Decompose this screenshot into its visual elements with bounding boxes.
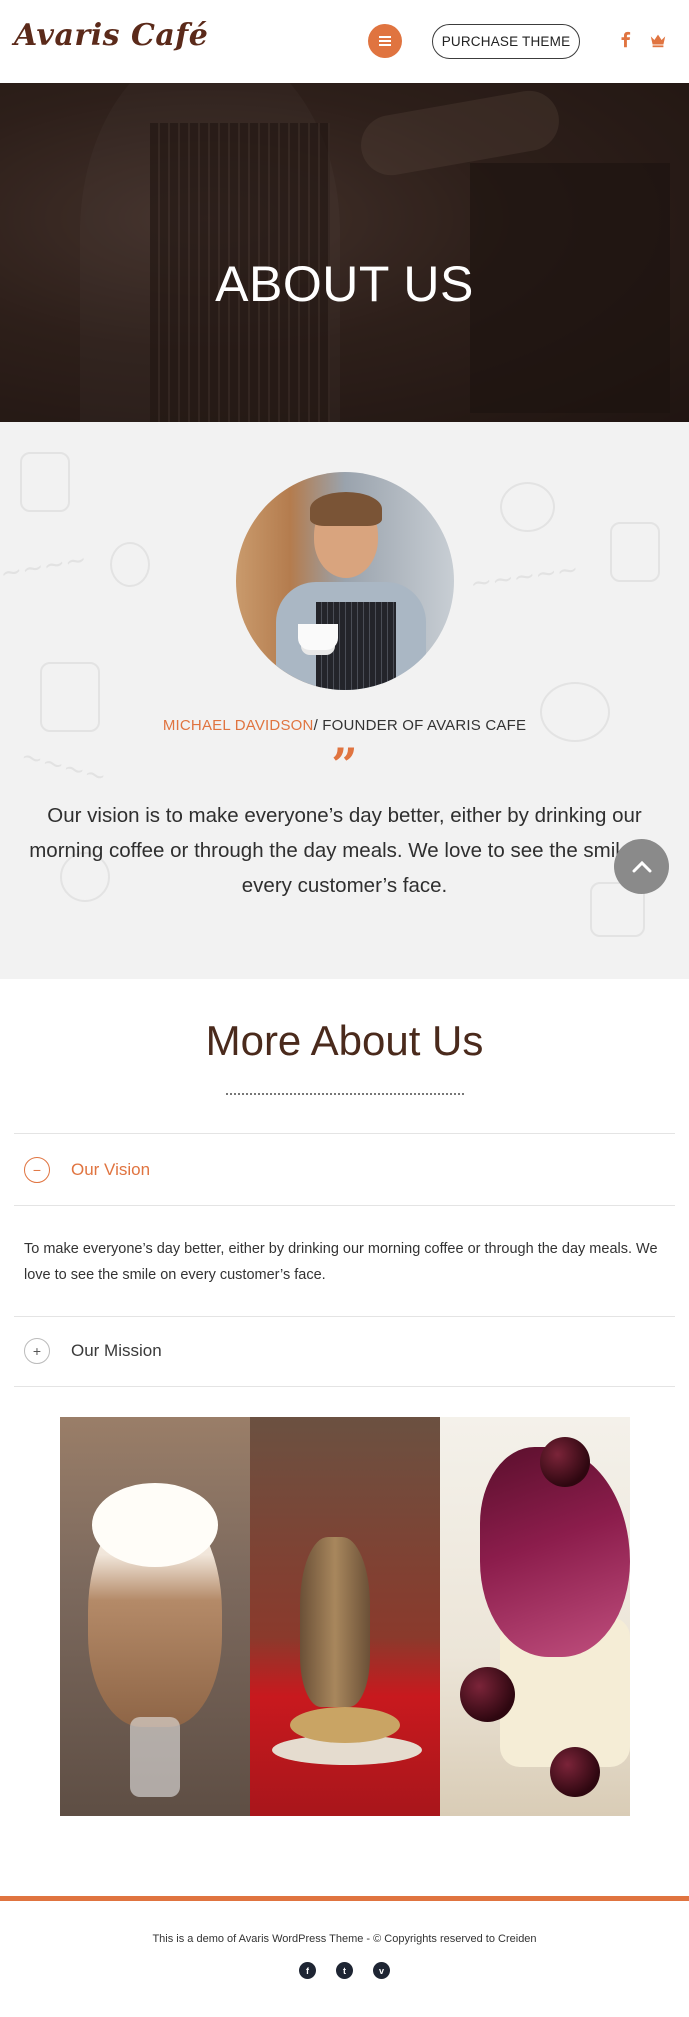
cherry-shape bbox=[540, 1437, 590, 1487]
doodle-teapot bbox=[500, 482, 555, 532]
coffee-glass-image[interactable] bbox=[60, 1417, 250, 1816]
menu-button[interactable] bbox=[368, 24, 402, 58]
lantern-table-image[interactable] bbox=[250, 1417, 440, 1816]
foam-shape bbox=[92, 1483, 218, 1567]
portrait-cup bbox=[298, 624, 338, 650]
hero-banner: ABOUT US bbox=[0, 83, 689, 422]
hero-overlay bbox=[0, 83, 689, 422]
founder-name[interactable]: MICHAEL DAVIDSON bbox=[163, 717, 314, 734]
doodle-kettle bbox=[610, 522, 660, 582]
doodle-cup bbox=[20, 452, 70, 512]
footer-social: f t v bbox=[0, 1962, 689, 1979]
accordion-header-vision[interactable]: − Our Vision bbox=[24, 1155, 150, 1185]
stem-shape bbox=[130, 1717, 180, 1797]
hamburger-icon bbox=[379, 40, 391, 42]
chevron-up-icon bbox=[632, 860, 651, 872]
accordion-body-vision: To make everyone’s day better, either by… bbox=[24, 1241, 658, 1283]
twitter-icon[interactable]: t bbox=[336, 1962, 353, 1979]
footer-accent-bar bbox=[0, 1896, 689, 1901]
site-header: Avaris Café PURCHASE THEME bbox=[0, 0, 689, 83]
vimeo-icon[interactable]: v bbox=[373, 1962, 390, 1979]
accordion-divider bbox=[14, 1205, 675, 1206]
bowl-shape bbox=[290, 1707, 400, 1743]
cherry-shape bbox=[460, 1667, 515, 1722]
quote-icon: ” bbox=[331, 738, 358, 792]
accordion-divider bbox=[14, 1316, 675, 1317]
accordion-divider bbox=[14, 1386, 675, 1387]
section-title: More About Us bbox=[205, 1017, 484, 1064]
image-gallery bbox=[60, 1417, 630, 1816]
accordion-title[interactable]: Our Mission bbox=[71, 1341, 162, 1361]
plus-icon[interactable]: + bbox=[24, 1338, 50, 1364]
facebook-icon[interactable] bbox=[616, 30, 636, 50]
doodle-cup bbox=[110, 542, 150, 587]
site-logo[interactable]: Avaris Café bbox=[14, 18, 208, 53]
doodle-word: ~~~~~ bbox=[468, 554, 581, 600]
accordion-divider bbox=[14, 1133, 675, 1134]
minus-icon[interactable]: − bbox=[24, 1157, 50, 1183]
facebook-icon[interactable]: f bbox=[299, 1962, 316, 1979]
footer-copyright: This is a demo of Avaris WordPress Theme… bbox=[152, 1933, 537, 1945]
scroll-to-top-button[interactable] bbox=[614, 839, 669, 894]
founder-quote: Our vision is to make everyone’s day bet… bbox=[29, 804, 660, 897]
purchase-theme-button[interactable]: PURCHASE THEME bbox=[432, 24, 580, 59]
cherry-shape bbox=[550, 1747, 600, 1797]
founder-role: / FOUNDER OF AVARIS CAFE bbox=[313, 717, 527, 734]
accordion-title[interactable]: Our Vision bbox=[71, 1160, 150, 1180]
founder-section: ~~~~ ~~~~~ ~~~~ MICHAEL DAVIDSON/ FOUNDE… bbox=[0, 422, 689, 979]
portrait-hair bbox=[310, 492, 382, 526]
page-title: ABOUT US bbox=[215, 256, 474, 312]
doodle-word: ~~~~ bbox=[0, 544, 90, 590]
crown-icon[interactable] bbox=[648, 30, 668, 50]
accordion-header-mission[interactable]: + Our Mission bbox=[24, 1336, 162, 1366]
founder-caption: MICHAEL DAVIDSON/ FOUNDER OF AVARIS CAFE bbox=[0, 717, 689, 734]
cherry-cheesecake-image[interactable] bbox=[440, 1417, 630, 1816]
founder-photo bbox=[236, 472, 454, 690]
section-divider bbox=[226, 1093, 464, 1096]
vase-shape bbox=[300, 1537, 370, 1707]
